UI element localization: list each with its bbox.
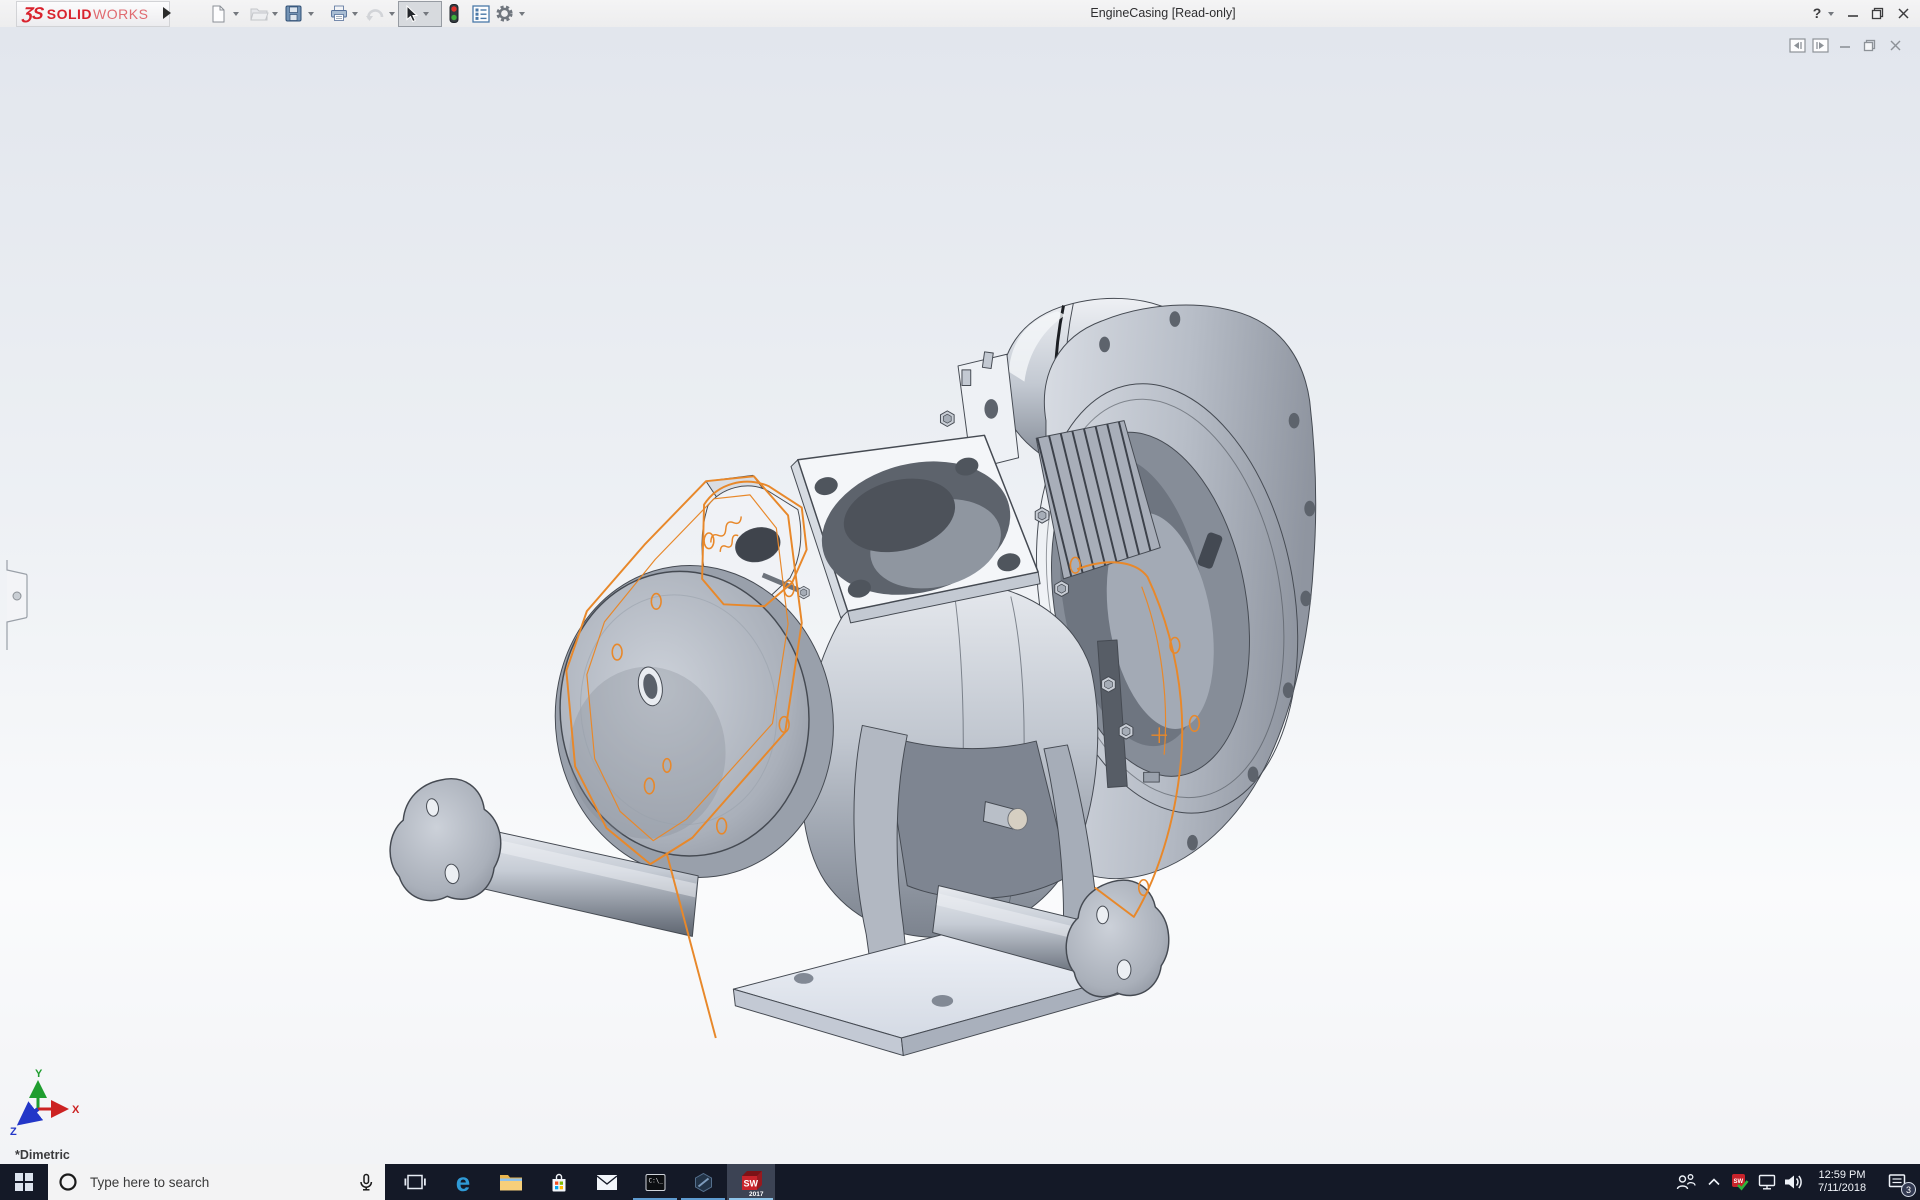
options-button[interactable] — [493, 3, 515, 24]
taskbar-item-edge[interactable]: e — [439, 1164, 487, 1200]
task-view-button[interactable] — [391, 1164, 439, 1200]
dassault-3s-icon: ƷS — [22, 4, 45, 24]
close-icon — [1897, 7, 1910, 20]
windows-start-icon — [15, 1173, 33, 1191]
network-button[interactable] — [1753, 1164, 1780, 1200]
open-button[interactable] — [248, 3, 270, 24]
print-button[interactable] — [328, 3, 350, 24]
solidworks-logo[interactable]: ƷS SOLID WORKS — [16, 1, 170, 27]
x-axis-label: X — [72, 1104, 80, 1116]
svg-text:SW: SW — [1734, 1179, 1744, 1185]
search-input[interactable] — [88, 1174, 347, 1191]
start-button[interactable] — [0, 1164, 48, 1200]
print-icon — [330, 5, 348, 22]
file-explorer-icon — [499, 1172, 523, 1192]
file-properties-button[interactable] — [470, 3, 492, 24]
logo-text-solid: SOLID — [47, 6, 92, 22]
volume-icon — [1783, 1172, 1805, 1192]
solidworks-monitor-icon: SW — [1730, 1172, 1750, 1192]
chevron-up-icon — [1706, 1174, 1722, 1190]
system-tray: SW 12:59 PM 7/11/201 — [1671, 1164, 1920, 1200]
save-floppy-icon — [285, 5, 302, 22]
hexagon-app-icon — [693, 1172, 714, 1193]
clock[interactable]: 12:59 PM 7/11/2018 — [1808, 1164, 1876, 1200]
help-caret[interactable] — [1828, 12, 1834, 16]
action-center-button[interactable]: 3 — [1876, 1164, 1920, 1200]
solidworks-window: ƷS SOLID WORKS — [0, 0, 1920, 1200]
new-document-button[interactable] — [207, 3, 229, 24]
open-caret[interactable] — [272, 12, 278, 16]
document-title: EngineCasing [Read-only] — [1090, 6, 1235, 20]
volume-button[interactable] — [1780, 1164, 1808, 1200]
tray-date: 7/11/2018 — [1818, 1182, 1866, 1195]
options-caret[interactable] — [519, 12, 525, 16]
svg-text:2017: 2017 — [749, 1191, 764, 1197]
taskbar-item-mail[interactable] — [583, 1164, 631, 1200]
people-icon — [1675, 1172, 1697, 1192]
notification-badge: 3 — [1901, 1182, 1916, 1197]
save-button[interactable] — [282, 3, 304, 24]
people-button[interactable] — [1671, 1164, 1701, 1200]
taskbar-item-store[interactable] — [535, 1164, 583, 1200]
undo-caret[interactable] — [389, 12, 395, 16]
z-axis-label: Z — [10, 1126, 17, 1138]
rebuild-stoplight-icon — [449, 4, 459, 23]
hidden-icons-button[interactable] — [1701, 1164, 1727, 1200]
cortana-icon — [58, 1172, 78, 1192]
cap-nut — [1008, 808, 1028, 829]
graphics-area[interactable]: Y X Z *Dimetric — [0, 27, 1920, 1164]
task-view-icon — [404, 1173, 426, 1191]
svg-text:C:\_: C:\_ — [648, 1177, 663, 1184]
solidworks-monitor-button[interactable]: SW — [1727, 1164, 1753, 1200]
options-gear-icon — [495, 4, 514, 23]
network-icon — [1757, 1172, 1777, 1192]
tray-time: 12:59 PM — [1818, 1169, 1865, 1182]
logo-text-works: WORKS — [93, 6, 148, 22]
taskbar-item-hexagon-app[interactable] — [679, 1164, 727, 1200]
menu-flyout-arrow-icon[interactable] — [163, 7, 171, 19]
select-tool-button[interactable] — [398, 1, 442, 27]
cover-plate-part[interactable] — [535, 547, 853, 895]
engine-casing-model[interactable] — [0, 27, 1920, 1164]
microphone-icon[interactable] — [357, 1173, 375, 1192]
reference-triad: Y X Z — [6, 1067, 96, 1142]
title-bar: ƷS SOLID WORKS — [0, 0, 1920, 28]
y-axis-label: Y — [35, 1068, 43, 1080]
restore-icon — [1871, 7, 1884, 20]
taskbar-item-file-explorer[interactable] — [487, 1164, 535, 1200]
mail-icon — [596, 1174, 618, 1191]
taskbar-item-solidworks[interactable]: SW 2017 — [727, 1164, 775, 1200]
print-caret[interactable] — [352, 12, 358, 16]
open-folder-icon — [250, 6, 269, 22]
select-caret[interactable] — [423, 12, 429, 16]
minimize-button[interactable] — [1840, 0, 1866, 26]
new-document-caret[interactable] — [233, 12, 239, 16]
view-orientation-label: *Dimetric — [15, 1148, 70, 1162]
rebuild-button[interactable] — [443, 3, 465, 24]
undo-icon — [365, 6, 385, 22]
minimize-icon — [1847, 7, 1859, 19]
save-caret[interactable] — [308, 12, 314, 16]
svg-text:SW: SW — [743, 1178, 758, 1188]
z-axis-arrow — [20, 1109, 38, 1123]
help-button[interactable]: ? — [1804, 0, 1830, 26]
select-cursor-icon — [403, 5, 421, 23]
close-button[interactable] — [1890, 0, 1916, 26]
taskbar-item-command-prompt[interactable]: C:\_ — [631, 1164, 679, 1200]
solidworks-2017-icon: SW 2017 — [738, 1168, 765, 1197]
windows-taskbar: e C:\_ — [0, 1164, 1920, 1200]
taskbar-search[interactable] — [48, 1164, 385, 1200]
command-prompt-icon: C:\_ — [645, 1173, 666, 1192]
store-icon — [549, 1172, 569, 1193]
new-document-icon — [210, 5, 227, 23]
maximize-restore-button[interactable] — [1864, 0, 1890, 26]
edge-icon: e — [456, 1169, 470, 1195]
file-properties-icon — [472, 5, 490, 23]
undo-button[interactable] — [364, 3, 386, 24]
